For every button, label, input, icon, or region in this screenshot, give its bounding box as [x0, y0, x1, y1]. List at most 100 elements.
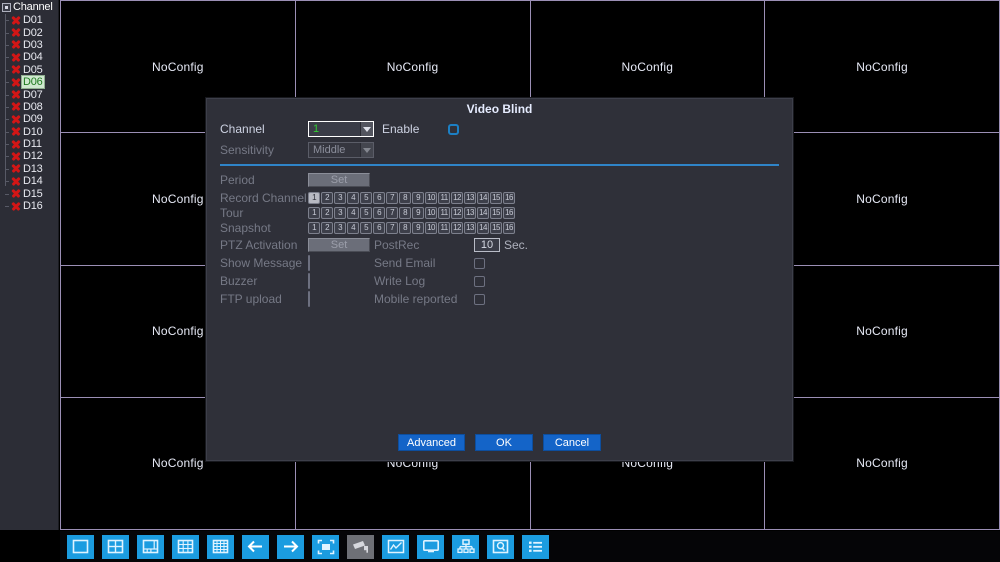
channel-chip-1[interactable]: 1 [308, 192, 320, 204]
tree-expand-icon[interactable] [2, 2, 11, 12]
chart-icon[interactable] [382, 534, 409, 559]
buzzer-checkbox[interactable] [308, 273, 310, 289]
channel-chip-9[interactable]: 9 [412, 222, 424, 234]
enable-checkbox[interactable] [448, 123, 459, 135]
channel-chip-1[interactable]: 1 [308, 207, 320, 219]
channel-tree-item-d04[interactable]: D04 [5, 51, 58, 63]
channel-chip-16[interactable]: 16 [503, 192, 515, 204]
channel-chip-11[interactable]: 11 [438, 192, 450, 204]
channel-chip-5[interactable]: 5 [360, 192, 372, 204]
channel-chip-12[interactable]: 12 [451, 192, 463, 204]
channel-tree-item-d01[interactable]: D01 [5, 14, 58, 26]
cancel-button[interactable]: Cancel [542, 434, 601, 451]
channel-chip-9[interactable]: 9 [412, 192, 424, 204]
channel-chip-8[interactable]: 8 [399, 192, 411, 204]
channel-chip-4[interactable]: 4 [347, 222, 359, 234]
ok-button[interactable]: OK [474, 434, 533, 451]
channel-chip-2[interactable]: 2 [321, 192, 333, 204]
previous-page-icon[interactable] [242, 534, 269, 559]
channel-chip-15[interactable]: 15 [490, 222, 502, 234]
channel-chip-10[interactable]: 10 [425, 207, 437, 219]
channel-chip-1[interactable]: 1 [308, 222, 320, 234]
channel-chip-14[interactable]: 14 [477, 207, 489, 219]
video-cell[interactable]: NoConfig [765, 1, 1000, 134]
channel-chip-12[interactable]: 12 [451, 207, 463, 219]
channel-chip-5[interactable]: 5 [360, 207, 372, 219]
chevron-down-icon[interactable] [360, 122, 373, 136]
channel-chip-3[interactable]: 3 [334, 192, 346, 204]
write-log-checkbox[interactable] [474, 275, 485, 287]
next-page-icon[interactable] [277, 534, 304, 559]
channel-chip-2[interactable]: 2 [321, 207, 333, 219]
channel-chip-14[interactable]: 14 [477, 192, 489, 204]
channel-tree-header[interactable]: Channel [0, 0, 58, 14]
channel-chip-9[interactable]: 9 [412, 207, 424, 219]
channel-chip-10[interactable]: 10 [425, 222, 437, 234]
channel-chip-6[interactable]: 6 [373, 222, 385, 234]
disk-icon[interactable] [487, 534, 514, 559]
channel-chip-3[interactable]: 3 [334, 207, 346, 219]
channel-chip-14[interactable]: 14 [477, 222, 489, 234]
channel-chip-13[interactable]: 13 [464, 222, 476, 234]
channel-tree-item-d13[interactable]: D13 [5, 163, 58, 175]
channel-chip-13[interactable]: 13 [464, 207, 476, 219]
video-cell[interactable]: NoConfig [765, 397, 1000, 530]
channel-tree-item-d14[interactable]: D14 [5, 175, 58, 187]
post-rec-input[interactable]: 10 [474, 238, 500, 252]
view-sixteen-icon[interactable] [207, 534, 234, 559]
channel-tree-item-d12[interactable]: D12 [5, 150, 58, 162]
sensitivity-select[interactable]: Middle [308, 142, 374, 158]
channel-tree-item-d15[interactable]: D15 [5, 187, 58, 200]
channel-select[interactable]: 1 [308, 121, 374, 137]
advanced-button[interactable]: Advanced [398, 434, 465, 451]
show-message-checkbox[interactable] [308, 255, 310, 271]
mobile-reported-checkbox[interactable] [474, 293, 485, 305]
channel-chip-12[interactable]: 12 [451, 222, 463, 234]
channel-chip-16[interactable]: 16 [503, 207, 515, 219]
view-pip-icon[interactable] [137, 534, 164, 559]
channel-chip-3[interactable]: 3 [334, 222, 346, 234]
channel-chip-7[interactable]: 7 [386, 222, 398, 234]
channel-chip-13[interactable]: 13 [464, 192, 476, 204]
channel-tree-item-d16[interactable]: D16 [5, 200, 58, 212]
channel-tree-item-d02[interactable]: D02 [5, 26, 58, 39]
channel-chip-8[interactable]: 8 [399, 222, 411, 234]
channel-tree-item-d09[interactable]: D09 [5, 113, 58, 125]
channel-chip-5[interactable]: 5 [360, 222, 372, 234]
view-nine-icon[interactable] [172, 534, 199, 559]
channel-chip-4[interactable]: 4 [347, 192, 359, 204]
channel-tree-item-d11[interactable]: D11 [5, 138, 58, 150]
channel-chip-4[interactable]: 4 [347, 207, 359, 219]
fullscreen-icon[interactable] [312, 534, 339, 559]
channel-chip-15[interactable]: 15 [490, 207, 502, 219]
channel-tree-item-d06[interactable]: D06 [5, 75, 58, 90]
channel-chip-7[interactable]: 7 [386, 192, 398, 204]
chevron-down-icon[interactable] [360, 143, 373, 157]
channel-chip-11[interactable]: 11 [438, 222, 450, 234]
channel-tree-item-d03[interactable]: D03 [5, 39, 58, 51]
channel-chip-7[interactable]: 7 [386, 207, 398, 219]
view-quad-icon[interactable] [102, 534, 129, 559]
ftp-upload-checkbox[interactable] [308, 291, 310, 307]
channel-tree-item-d07[interactable]: D07 [5, 88, 58, 101]
channel-tree-item-d10[interactable]: D10 [5, 126, 58, 138]
video-cell[interactable]: NoConfig [765, 265, 1000, 398]
send-email-checkbox[interactable] [474, 257, 485, 269]
channel-tree-item-d05[interactable]: D05 [5, 64, 58, 76]
channel-chip-15[interactable]: 15 [490, 192, 502, 204]
view-single-icon[interactable] [67, 534, 94, 559]
channel-chip-8[interactable]: 8 [399, 207, 411, 219]
channel-chip-10[interactable]: 10 [425, 192, 437, 204]
network-icon[interactable] [452, 534, 479, 559]
ptz-set-button[interactable]: Set [308, 238, 370, 252]
channel-chip-6[interactable]: 6 [373, 207, 385, 219]
list-icon[interactable] [522, 534, 549, 559]
channel-chip-6[interactable]: 6 [373, 192, 385, 204]
monitor-icon[interactable] [417, 534, 444, 559]
period-set-button[interactable]: Set [308, 173, 370, 187]
video-cell[interactable]: NoConfig [765, 133, 1000, 266]
channel-chip-11[interactable]: 11 [438, 207, 450, 219]
channel-chip-2[interactable]: 2 [321, 222, 333, 234]
channel-chip-16[interactable]: 16 [503, 222, 515, 234]
channel-tree-item-d08[interactable]: D08 [5, 101, 58, 113]
